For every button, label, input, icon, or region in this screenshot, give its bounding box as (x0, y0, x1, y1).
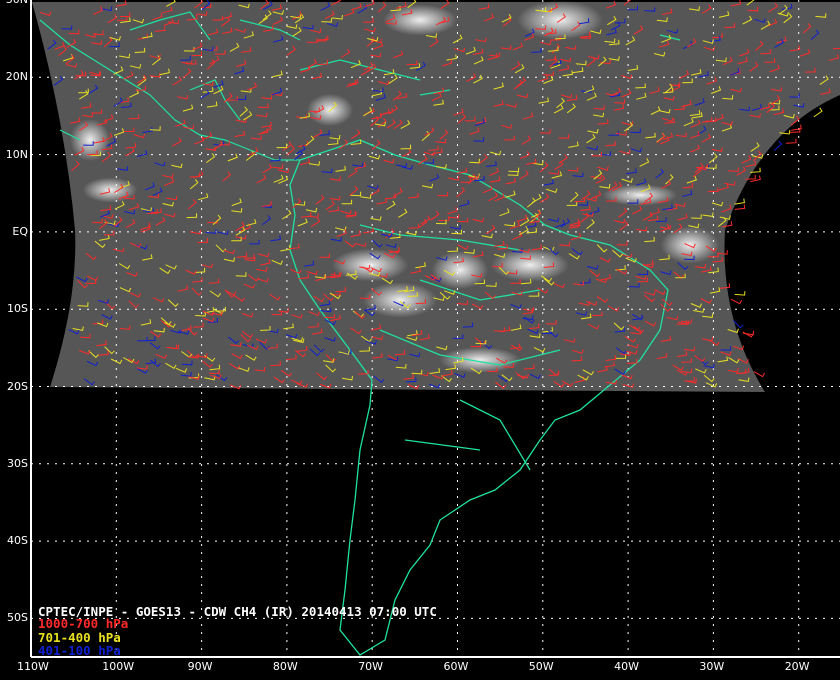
wind-barb (730, 298, 743, 305)
wind-barb (734, 204, 746, 210)
longitude-label: 70W (358, 660, 384, 673)
longitude-label: 100W (102, 660, 135, 673)
wind-barb (734, 291, 746, 296)
longitude-label: 30W (699, 660, 725, 673)
longitude-label: 50W (528, 660, 554, 673)
latitude-label: 10S (7, 302, 28, 316)
cloud-patch (382, 4, 458, 36)
satellite-wind-map: 30N 20N 10N EQ 10S 20S 30S 40S 50S 110W 100W 90W 80… (0, 0, 840, 680)
longitude-label: 80W (272, 660, 298, 673)
longitude-label: 20W (784, 660, 810, 673)
latitude-label: 20S (7, 379, 28, 393)
legend-high-level: 401-100 hPa (38, 643, 121, 658)
longitude-label: 90W (187, 660, 213, 673)
latitude-label: EQ (12, 224, 28, 238)
longitude-label: 40W (614, 660, 639, 673)
latitude-label: 40S (7, 534, 28, 548)
wind-barb (786, 138, 797, 144)
wind-barb (773, 140, 783, 151)
map-canvas (30, 0, 840, 658)
longitude-label: 60W (443, 660, 469, 673)
longitude-label: 110W (17, 660, 49, 673)
wind-barb (813, 107, 823, 118)
latitude-label: 30N (6, 0, 28, 6)
latitude-label: 10N (5, 147, 28, 161)
legend-low-level: 1000-700 hPa (38, 616, 129, 631)
latitude-label: 50S (7, 611, 28, 625)
latitude-label: 30S (7, 456, 28, 470)
cloud-patch (362, 282, 438, 318)
latitude-label: 20N (5, 70, 28, 84)
